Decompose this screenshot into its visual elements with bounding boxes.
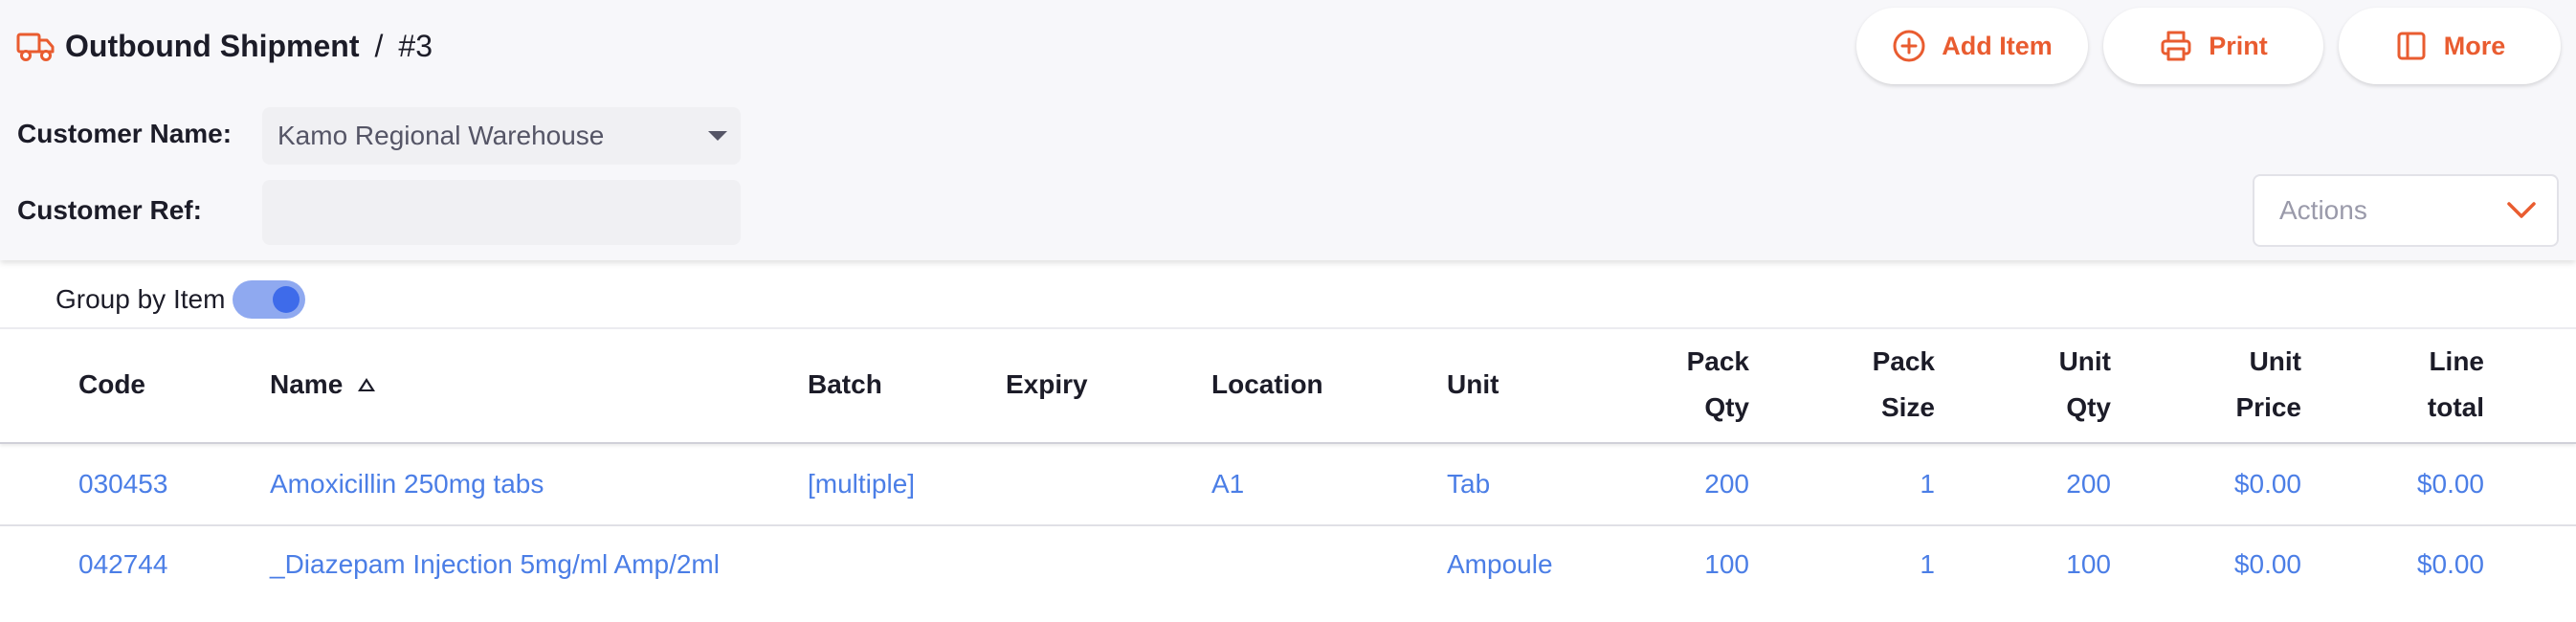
cell-unit-price: $0.00: [2233, 469, 2301, 499]
column-header-pack-size[interactable]: Pack Size: [1873, 339, 1935, 431]
printer-icon: [2161, 31, 2191, 61]
cell-batch: [multiple]: [808, 469, 916, 499]
toggle-knob: [273, 286, 300, 313]
add-item-button[interactable]: Add Item: [1856, 8, 2088, 84]
cell-pack-qty: 100: [1704, 549, 1749, 579]
actions-placeholder: Actions: [2279, 195, 2367, 225]
cell-pack-size: 1: [1920, 549, 1935, 579]
column-header-unit-qty-line1: Unit: [2058, 346, 2111, 376]
column-header-unit-label: Unit: [1447, 369, 1499, 399]
column-header-unit-price[interactable]: Unit Price: [2236, 339, 2302, 431]
print-button[interactable]: Print: [2103, 8, 2323, 84]
column-header-pack-size-line1: Pack: [1872, 346, 1935, 376]
column-header-location-label: Location: [1211, 369, 1323, 399]
cell-unit: Tab: [1447, 469, 1491, 499]
column-header-pack-size-line2: Size: [1880, 392, 1935, 422]
cell-unit: Ampoule: [1447, 549, 1553, 579]
column-header-expiry[interactable]: Expiry: [1006, 362, 1088, 408]
sort-ascending-icon: [358, 378, 376, 391]
group-by-item-label: Group by Item: [56, 284, 226, 314]
column-header-code-label: Code: [78, 369, 145, 399]
app-header: Outbound Shipment / #3 Add Item Print Mo…: [0, 0, 2576, 260]
column-header-batch[interactable]: Batch: [808, 362, 882, 408]
column-header-pack-qty-line1: Pack: [1686, 346, 1749, 376]
cell-location: A1: [1211, 469, 1245, 499]
column-header-line-total-line1: Line: [2429, 346, 2484, 376]
page-title: Outbound Shipment: [65, 28, 360, 63]
cell-line-total: $0.00: [2416, 469, 2484, 499]
truck-icon: [16, 33, 55, 61]
column-header-pack-qty-line2: Qty: [1704, 392, 1749, 422]
column-header-batch-label: Batch: [808, 369, 882, 399]
column-header-name[interactable]: Name: [270, 362, 376, 408]
more-label: More: [2443, 31, 2506, 60]
sidebar-panel-icon: [2397, 32, 2426, 60]
column-header-pack-qty[interactable]: Pack Qty: [1687, 339, 1749, 431]
group-by-item-control: Group by Item: [56, 278, 306, 322]
cell-unit-qty: 100: [2066, 549, 2111, 579]
customer-name-label: Customer Name:: [17, 119, 233, 148]
page-title-bar: Outbound Shipment / #3: [15, 21, 433, 71]
actions-dropdown[interactable]: Actions: [2253, 174, 2559, 247]
customer-ref-input[interactable]: [262, 180, 741, 245]
title-separator: /: [374, 28, 384, 63]
cell-code: 030453: [78, 469, 168, 499]
add-item-label: Add Item: [1942, 31, 2053, 60]
column-header-line-total[interactable]: Line total: [2428, 339, 2484, 431]
shipment-number: #3: [398, 28, 433, 63]
column-header-name-label: Name: [270, 369, 344, 399]
cell-line-total: $0.00: [2416, 549, 2484, 579]
cell-name: _Diazepam Injection 5mg/ml Amp/2ml: [270, 549, 720, 579]
table-row[interactable]: 030453 Amoxicillin 250mg tabs [multiple]…: [0, 444, 2576, 526]
column-header-expiry-label: Expiry: [1006, 369, 1088, 399]
customer-name-select[interactable]: Kamo Regional Warehouse: [262, 107, 741, 165]
column-header-unit[interactable]: Unit: [1447, 362, 1499, 408]
cell-unit-price: $0.00: [2233, 549, 2301, 579]
more-button[interactable]: More: [2339, 8, 2561, 84]
dropdown-caret-icon: [708, 131, 727, 141]
column-header-code[interactable]: Code: [78, 362, 145, 408]
cell-pack-qty: 200: [1704, 469, 1749, 499]
cell-code: 042744: [78, 549, 168, 579]
cell-unit-qty: 200: [2066, 469, 2111, 499]
column-header-unit-qty-line2: Qty: [2066, 392, 2111, 422]
column-header-unit-qty[interactable]: Unit Qty: [2059, 339, 2111, 431]
column-header-unit-price-line2: Price: [2235, 392, 2302, 422]
plus-circle-icon: [1893, 30, 1925, 62]
column-header-line-total-line2: total: [2427, 392, 2484, 422]
customer-name-value: Kamo Regional Warehouse: [278, 121, 605, 150]
customer-ref-label: Customer Ref:: [17, 195, 202, 225]
chevron-down-icon: [2507, 202, 2536, 218]
cell-pack-size: 1: [1920, 469, 1935, 499]
table-header: Code Name Batch Expiry Location Unit Pac…: [0, 329, 2576, 444]
cell-name: Amoxicillin 250mg tabs: [270, 469, 544, 499]
group-by-item-toggle[interactable]: [233, 280, 306, 319]
column-header-unit-price-line1: Unit: [2249, 346, 2301, 376]
column-header-location[interactable]: Location: [1211, 362, 1323, 408]
print-label: Print: [2209, 31, 2268, 60]
table-row[interactable]: 042744 _Diazepam Injection 5mg/ml Amp/2m…: [0, 524, 2576, 605]
